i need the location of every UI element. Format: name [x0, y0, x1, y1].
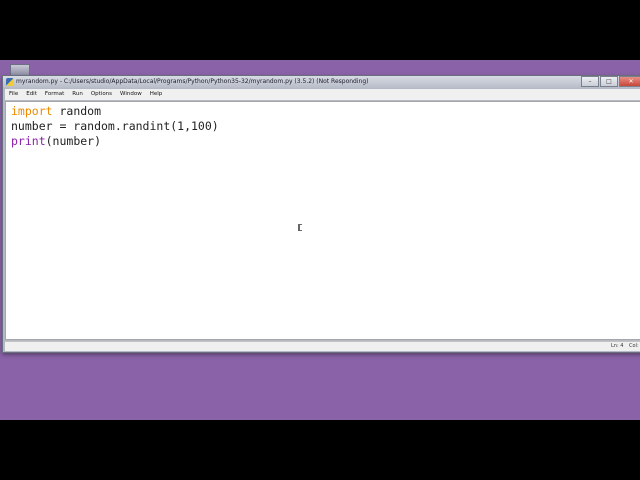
maximize-button[interactable]: □: [600, 76, 618, 87]
menu-help[interactable]: Help: [146, 89, 167, 100]
title-bar[interactable]: myrandom.py - C:/Users/studio/AppData/Lo…: [3, 76, 640, 88]
window-title: myrandom.py - C:/Users/studio/AppData/Lo…: [16, 78, 369, 85]
status-bar: Ln: 4 Col: 0: [5, 341, 640, 351]
menu-edit[interactable]: Edit: [22, 89, 41, 100]
import-keyword: import: [11, 104, 53, 118]
close-button[interactable]: ✕: [619, 76, 640, 87]
menu-bar: File Edit Format Run Options Window Help: [5, 89, 640, 100]
status-line-number: Ln: 4: [611, 343, 624, 349]
print-args: (number): [45, 134, 102, 148]
menu-run[interactable]: Run: [68, 89, 87, 100]
idle-editor-window: myrandom.py - C:/Users/studio/AppData/Lo…: [2, 75, 640, 353]
desktop: myrandom.py - C:/Users/studio/AppData/Lo…: [0, 60, 640, 420]
menu-options[interactable]: Options: [87, 89, 116, 100]
window-controls: – □ ✕: [580, 76, 640, 87]
code-line-3: print(number): [11, 134, 219, 149]
code-editor[interactable]: import random number = random.randint(1,…: [5, 101, 640, 340]
code-text: import random number = random.randint(1,…: [11, 104, 219, 149]
print-builtin: print: [11, 134, 46, 148]
menu-format[interactable]: Format: [41, 89, 68, 100]
status-column-number: Col: 0: [629, 343, 640, 349]
import-target: random: [52, 104, 102, 118]
code-line-2: number = random.randint(1,100): [11, 119, 219, 133]
menu-file[interactable]: File: [5, 89, 22, 100]
menu-window[interactable]: Window: [116, 89, 146, 100]
text-ibeam-cursor-icon: [298, 224, 302, 231]
code-line-1: import random: [11, 104, 219, 119]
minimize-button[interactable]: –: [581, 76, 599, 87]
python-idle-icon: [6, 78, 14, 86]
